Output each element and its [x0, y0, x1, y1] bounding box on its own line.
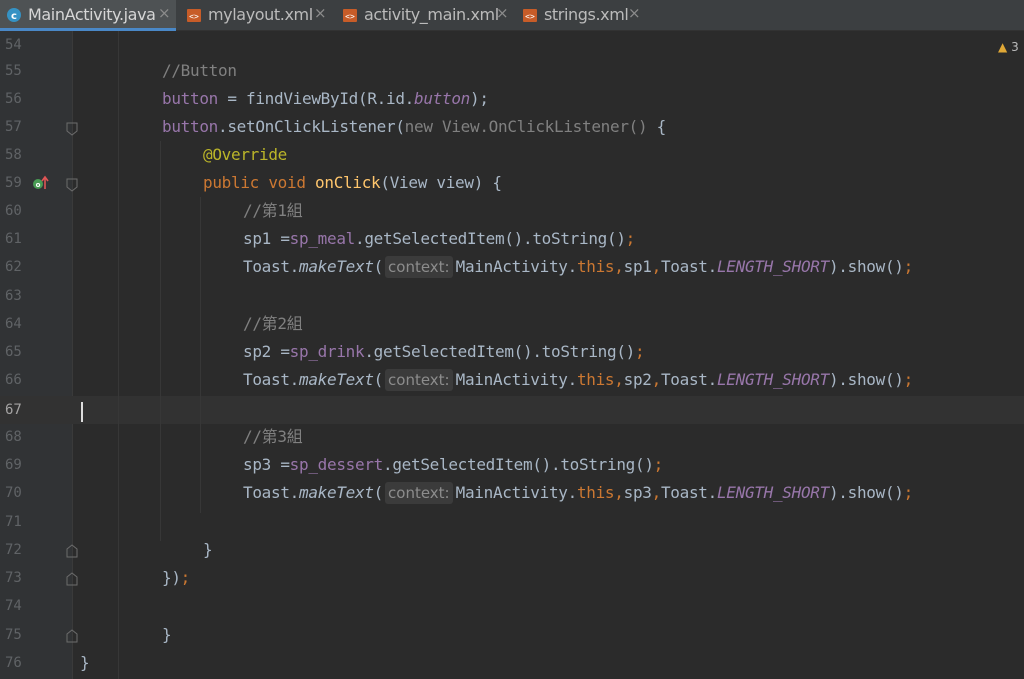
parameter-hint: context:	[385, 256, 453, 278]
code-editor[interactable]: ▲ 3 54 55 56 57 58 59 60 61 62 63 64 65 66 67 68 69 70 71…	[0, 31, 1024, 679]
close-icon[interactable]: ×	[496, 4, 509, 22]
svg-text:<>: <>	[345, 12, 355, 21]
fold-icon[interactable]	[66, 178, 78, 192]
svg-text:<>: <>	[525, 12, 535, 21]
line-number[interactable]: 70	[5, 479, 33, 507]
code-line-60[interactable]: //第1組	[243, 197, 303, 225]
line-number[interactable]: 68	[5, 423, 33, 451]
tab-label: activity_main.xml	[364, 5, 499, 24]
line-number[interactable]: 74	[5, 592, 33, 620]
svg-text:o: o	[36, 181, 41, 189]
line-number[interactable]: 66	[5, 366, 33, 394]
code-line-75[interactable]: }	[162, 621, 172, 649]
indent-guide	[160, 141, 161, 541]
close-icon[interactable]: ×	[628, 4, 641, 22]
line-number[interactable]: 73	[5, 564, 33, 592]
layout-xml-icon: <>	[523, 9, 537, 22]
fold-end-icon[interactable]	[66, 629, 78, 643]
current-line-highlight	[0, 396, 1024, 424]
code-line-72[interactable]: }	[203, 536, 213, 564]
warning-icon: ▲	[998, 40, 1008, 54]
line-number[interactable]: 55	[5, 57, 33, 85]
fold-end-icon[interactable]	[66, 544, 78, 558]
line-number[interactable]: 58	[5, 141, 33, 169]
fold-end-icon[interactable]	[66, 572, 78, 586]
svg-text:<>: <>	[189, 12, 199, 21]
code-line-69[interactable]: sp3 =sp_dessert.getSelectedItem().toStri…	[243, 451, 663, 479]
tab-mainactivity-java[interactable]: c MainActivity.java ×	[0, 0, 176, 31]
line-number[interactable]: 56	[5, 85, 33, 113]
line-number[interactable]: 62	[5, 253, 33, 281]
line-number[interactable]: 76	[5, 649, 33, 677]
line-number[interactable]: 61	[5, 225, 33, 253]
line-number[interactable]: 65	[5, 338, 33, 366]
line-number[interactable]: 60	[5, 197, 33, 225]
line-number[interactable]: 59	[5, 169, 33, 197]
override-method-icon[interactable]: o	[32, 175, 50, 191]
close-icon[interactable]: ×	[158, 4, 171, 22]
parameter-hint: context:	[385, 369, 453, 391]
code-line-64[interactable]: //第2組	[243, 310, 303, 338]
svg-text:c: c	[11, 11, 17, 22]
layout-xml-icon: <>	[187, 9, 201, 22]
tab-mylayout-xml[interactable]: <> mylayout.xml ×	[180, 0, 336, 31]
parameter-hint: context:	[385, 482, 453, 504]
code-line-56[interactable]: button = findViewById(R.id.button);	[162, 85, 489, 113]
code-line-76[interactable]: }	[80, 649, 90, 677]
tab-label: strings.xml	[544, 5, 629, 24]
code-line-73[interactable]: });	[162, 564, 190, 592]
line-number[interactable]: 63	[5, 282, 33, 310]
code-line-61[interactable]: sp1 =sp_meal.getSelectedItem().toString(…	[243, 225, 635, 253]
fold-icon[interactable]	[66, 122, 78, 136]
code-line-62[interactable]: Toast.makeText(context: MainActivity.this…	[243, 253, 913, 281]
close-icon[interactable]: ×	[314, 4, 327, 22]
tab-strings-xml[interactable]: <> strings.xml ×	[516, 0, 646, 31]
indent-guide	[118, 31, 119, 679]
line-number[interactable]: 72	[5, 536, 33, 564]
code-line-68[interactable]: //第3組	[243, 423, 303, 451]
code-line-55[interactable]: //Button	[162, 57, 237, 85]
code-line-65[interactable]: sp2 =sp_drink.getSelectedItem().toString…	[243, 338, 645, 366]
line-number[interactable]: 75	[5, 621, 33, 649]
code-line-66[interactable]: Toast.makeText(context: MainActivity.this…	[243, 366, 913, 394]
tab-label: MainActivity.java	[28, 5, 156, 24]
code-line-57[interactable]: button.setOnClickListener(new View.OnCli…	[162, 113, 666, 141]
indent-guide	[200, 197, 201, 513]
code-line-59[interactable]: public void onClick(View view) {	[203, 169, 502, 197]
layout-xml-icon: <>	[343, 9, 357, 22]
editor-tab-bar: c MainActivity.java × <> mylayout.xml × …	[0, 0, 1024, 31]
line-number[interactable]: 54	[5, 31, 33, 59]
code-line-58[interactable]: @Override	[203, 141, 287, 169]
code-line-70[interactable]: Toast.makeText(context: MainActivity.this…	[243, 479, 913, 507]
warning-count: 3	[1011, 40, 1019, 54]
line-number[interactable]: 57	[5, 113, 33, 141]
warning-indicator[interactable]: ▲ 3	[998, 40, 1019, 54]
line-number[interactable]: 64	[5, 310, 33, 338]
tab-activity-main-xml[interactable]: <> activity_main.xml ×	[336, 0, 516, 31]
line-number[interactable]: 69	[5, 451, 33, 479]
line-number[interactable]: 71	[5, 508, 33, 536]
tab-label: mylayout.xml	[208, 5, 313, 24]
line-number[interactable]: 67	[5, 396, 33, 424]
text-cursor	[81, 402, 83, 422]
java-class-icon: c	[7, 8, 21, 22]
